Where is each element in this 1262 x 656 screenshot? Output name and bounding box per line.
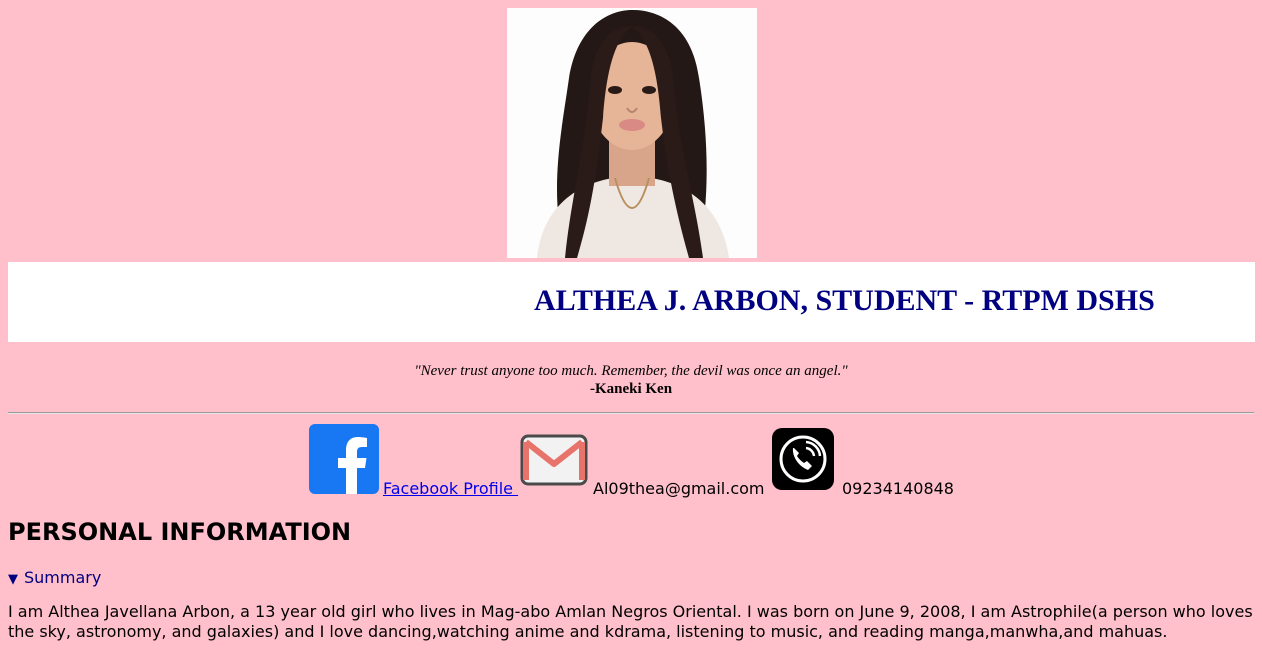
quote-text: "Never trust anyone too much. Remember, … xyxy=(414,363,848,379)
horizontal-divider xyxy=(8,412,1254,414)
page-title: ALTHEA J. ARBON, STUDENT - RTPM DSHS xyxy=(534,284,1155,317)
summary-label: Summary xyxy=(24,568,102,587)
quote-block: "Never trust anyone too much. Remember, … xyxy=(0,362,1262,398)
email-address: Al09thea@gmail.com xyxy=(593,479,765,498)
contact-row: Facebook Profile Al09thea@gmail.com 0923… xyxy=(0,420,1262,500)
summary-toggle[interactable]: ▼ Summary xyxy=(8,568,101,587)
mail-icon xyxy=(520,434,588,486)
quote-author: -Kaneki Ken xyxy=(589,381,673,397)
facebook-icon[interactable] xyxy=(309,424,379,494)
phone-number: 09234140848 xyxy=(842,479,954,498)
phone-icon xyxy=(772,428,834,490)
triangle-down-icon: ▼ xyxy=(8,572,18,587)
profile-photo xyxy=(507,8,757,258)
name-banner: ALTHEA J. ARBON, STUDENT - RTPM DSHS xyxy=(8,262,1255,342)
section-heading-personal-information: PERSONAL INFORMATION xyxy=(8,518,352,546)
facebook-profile-link[interactable]: Facebook Profile xyxy=(383,479,518,498)
bio-paragraph: I am Althea Javellana Arbon, a 13 year o… xyxy=(8,602,1253,641)
portrait-image xyxy=(507,8,757,258)
page: ALTHEA J. ARBON, STUDENT - RTPM DSHS "Ne… xyxy=(0,0,1262,656)
